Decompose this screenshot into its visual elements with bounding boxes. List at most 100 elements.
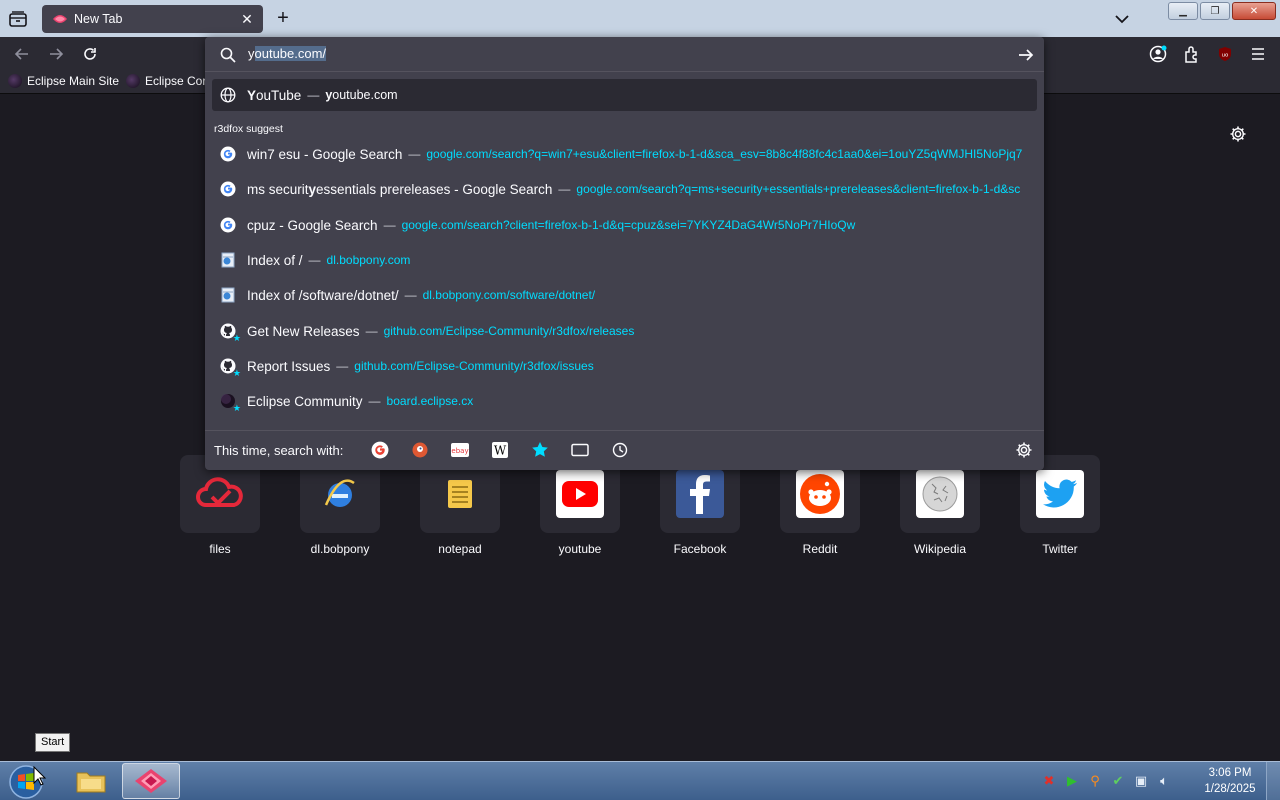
url-input[interactable]: youtube.com/: [248, 46, 327, 61]
github-icon: ★: [219, 322, 241, 343]
shortcut-notepad[interactable]: notepad: [420, 455, 500, 556]
svg-text:W: W: [494, 444, 507, 458]
result-item[interactable]: Index of /software/dotnet/ — dl.bobpony.…: [212, 279, 1037, 311]
account-icon[interactable]: [1146, 42, 1170, 66]
go-arrow-icon[interactable]: [1016, 45, 1036, 65]
menu-icon[interactable]: [1246, 42, 1270, 66]
result-item[interactable]: win7 esu - Google Search — google.com/se…: [212, 138, 1037, 170]
result-item[interactable]: Index of / — dl.bobpony.com: [212, 244, 1037, 276]
history-clock-icon[interactable]: [610, 440, 630, 460]
separator: —: [558, 182, 571, 196]
show-desktop-button[interactable]: [1266, 762, 1280, 800]
result-url: github.com/Eclipse-Community/r3dfox/issu…: [354, 359, 594, 373]
shortcut-reddit[interactable]: Reddit: [780, 455, 860, 556]
network-error-icon[interactable]: ✖: [1040, 772, 1058, 790]
ie-icon: [316, 470, 364, 518]
search-tray-icon[interactable]: ⚲: [1086, 772, 1104, 790]
result-title: Report Issues: [247, 358, 331, 374]
reload-icon[interactable]: [78, 42, 102, 66]
result-title: ouTube: [256, 87, 302, 103]
wikipedia-icon: [916, 470, 964, 518]
separator: —: [408, 147, 421, 161]
tab-new-tab[interactable]: New Tab ✕: [42, 5, 263, 33]
result-title: win7 esu - Google Search: [247, 146, 403, 162]
result-youtube-heuristic[interactable]: YouTube — youtube.com: [212, 79, 1037, 111]
result-title: Index of /software/dotnet/: [247, 287, 399, 303]
chevron-down-icon[interactable]: [1113, 10, 1131, 28]
result-item[interactable]: ★ Get New Releases — github.com/Eclipse-…: [212, 315, 1037, 347]
wikipedia-engine-icon[interactable]: W: [490, 440, 510, 460]
search-icon: [219, 46, 237, 64]
shortcut-label: Reddit: [802, 542, 838, 556]
result-title: Index of /: [247, 252, 303, 268]
bookmark-eclipse-main-site[interactable]: Eclipse Main Site: [8, 74, 119, 88]
result-title: essentials prereleases - Google Search: [316, 181, 553, 197]
eclipse-icon: [8, 74, 22, 88]
bookmark-label: Eclipse Main Site: [27, 74, 120, 88]
ebay-engine-icon[interactable]: ebay: [450, 440, 470, 460]
eclipse-icon: [126, 74, 140, 88]
shortcut-youtube[interactable]: youtube: [540, 455, 620, 556]
star-icon: ★: [232, 403, 241, 413]
result-title: Get New Releases: [247, 323, 360, 339]
reddit-icon: [796, 470, 844, 518]
back-icon[interactable]: [10, 42, 34, 66]
result-item[interactable]: ★ Report Issues — github.com/Eclipse-Com…: [212, 350, 1037, 382]
taskbar-r3dfox[interactable]: [122, 763, 180, 799]
autofill-selection: outube.com/: [254, 46, 327, 61]
volume-icon[interactable]: 🔈︎: [1155, 772, 1173, 790]
search-with-label: This time, search with:: [214, 443, 344, 458]
duckduckgo-engine-icon[interactable]: [410, 440, 430, 460]
shortcut-label: notepad: [438, 542, 482, 556]
separator: —: [383, 218, 396, 232]
separator: —: [365, 324, 378, 338]
shortcut-label: Facebook: [673, 542, 727, 556]
shortcut-facebook[interactable]: Facebook: [660, 455, 740, 556]
clock[interactable]: 3:06 PM 1/28/2025: [1196, 765, 1264, 797]
r3dfox-icon: [135, 769, 167, 793]
gear-icon[interactable]: [1229, 125, 1247, 143]
bookmarks-star-icon[interactable]: [530, 440, 550, 460]
forward-icon[interactable]: [44, 42, 68, 66]
tabs-icon[interactable]: [570, 440, 590, 460]
result-url: dl.bobpony.com/software/dotnet/: [422, 288, 596, 302]
tab-manager-icon[interactable]: [6, 7, 30, 31]
taskbar-file-explorer[interactable]: [62, 763, 120, 799]
ie-page-icon: [219, 251, 237, 269]
search-settings-gear-icon[interactable]: [1015, 441, 1033, 459]
google-icon: [219, 180, 237, 198]
shortcut-files[interactable]: files: [180, 455, 260, 556]
result-item[interactable]: ★ Eclipse Community — board.eclipse.cx: [212, 385, 1037, 417]
google-icon: [219, 216, 237, 234]
globe-icon: [219, 86, 237, 104]
network-icon[interactable]: ▣: [1132, 772, 1150, 790]
result-url: google.com/search?q=win7+esu&client=fire…: [426, 147, 1023, 161]
close-tab-icon[interactable]: ✕: [239, 11, 255, 27]
title-bar: New Tab ✕ + ▁ ❐ ✕: [0, 0, 1280, 37]
minimize-button[interactable]: ▁: [1168, 2, 1198, 20]
result-title-match: y: [308, 181, 317, 197]
security-check-icon[interactable]: ✔: [1109, 772, 1127, 790]
shortcut-dl-bobpony[interactable]: dl.bobpony: [300, 455, 380, 556]
new-tab-button[interactable]: +: [272, 8, 294, 30]
system-tray: ✖ ▶ ⚲ ✔ ▣ 🔈︎: [1040, 766, 1173, 796]
bookmark-eclipse-community[interactable]: Eclipse Cor: [126, 74, 206, 88]
shortcut-wikipedia[interactable]: Wikipedia: [900, 455, 980, 556]
shortcut-label: Wikipedia: [913, 542, 967, 556]
address-bar[interactable]: youtube.com/: [205, 37, 1044, 72]
ublock-icon[interactable]: uo: [1213, 42, 1237, 66]
restore-button[interactable]: ❐: [1200, 2, 1230, 20]
result-item[interactable]: ms securit y essentials prereleases - Goo…: [212, 173, 1037, 205]
cloud-icon: [196, 470, 244, 518]
star-icon: ★: [232, 333, 241, 343]
result-item[interactable]: cpuz - Google Search — google.com/search…: [212, 209, 1037, 241]
folder-icon: [76, 772, 106, 793]
result-url: outube.com: [332, 88, 398, 102]
separator: —: [307, 88, 320, 102]
tab-title: New Tab: [74, 12, 123, 26]
play-icon[interactable]: ▶: [1063, 772, 1081, 790]
shortcut-twitter[interactable]: Twitter: [1020, 455, 1100, 556]
google-engine-icon[interactable]: [370, 440, 390, 460]
extensions-icon[interactable]: [1180, 42, 1204, 66]
close-window-button[interactable]: ✕: [1232, 2, 1276, 20]
